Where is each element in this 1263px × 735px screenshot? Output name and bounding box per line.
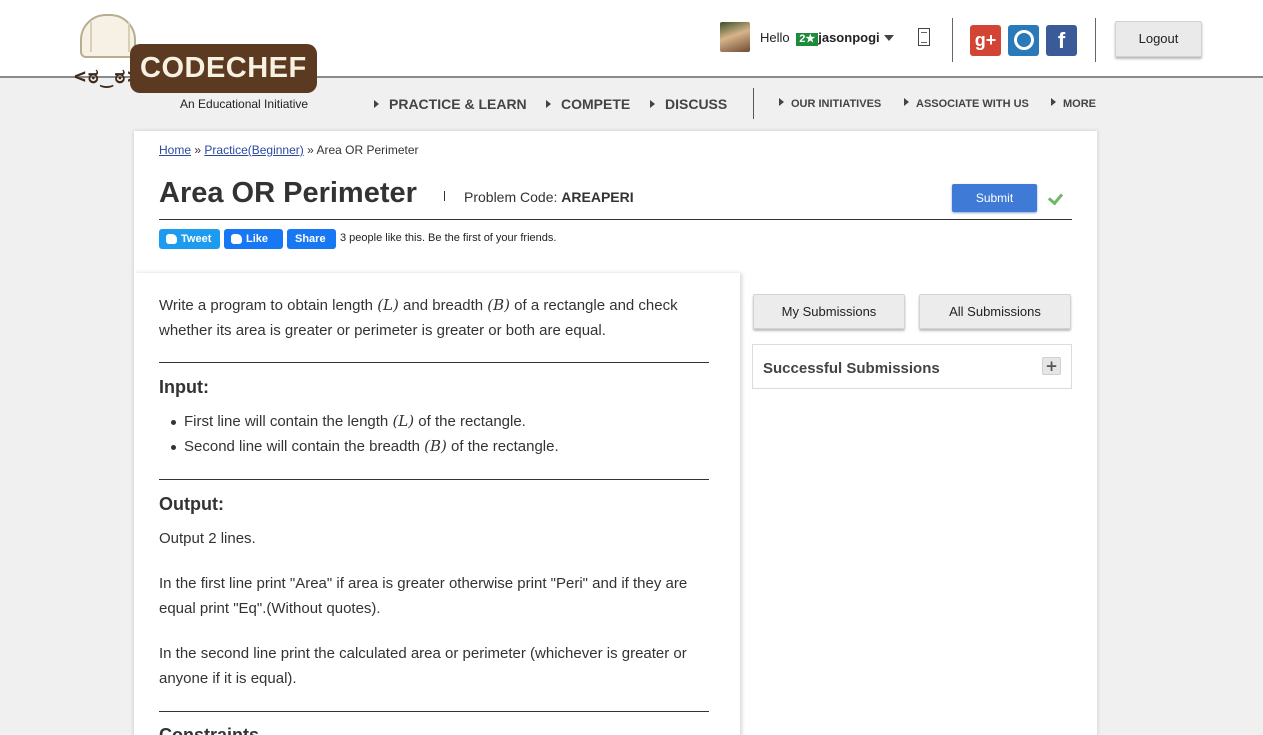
all-submissions-button[interactable]: All Submissions: [919, 294, 1071, 329]
page-title: Area OR Perimeter: [159, 177, 417, 209]
problem-intro: Write a program to obtain length (L) and…: [159, 293, 709, 343]
plus-icon[interactable]: +: [1042, 357, 1061, 375]
tweet-button[interactable]: Tweet: [159, 229, 220, 249]
breadcrumb-separator: »: [307, 143, 314, 157]
output-paragraph: In the first line print "Area" if area i…: [159, 575, 688, 617]
header-divider: [1095, 18, 1096, 62]
nav-label: PRACTICE & LEARN: [389, 96, 527, 112]
breadcrumb-separator: »: [194, 143, 202, 157]
item-text: of the rectangle.: [414, 413, 526, 430]
user-greeting[interactable]: Hello 2★ jasonpogi: [760, 30, 880, 46]
nav-our-initiatives[interactable]: OUR INITIATIVES: [779, 98, 881, 110]
like-label: Like: [246, 233, 269, 245]
item-text: First line will contain the length: [184, 413, 393, 430]
tweet-label: Tweet: [181, 233, 212, 245]
section-divider: [159, 711, 709, 712]
check-icon: [1047, 189, 1064, 206]
title-divider: [444, 191, 445, 201]
google-plus-icon[interactable]: g+: [970, 25, 1001, 56]
codechef-logo[interactable]: <ಠ‿ಠ> CODECHEF An Educational Initiative: [74, 12, 334, 112]
intro-text: Write a program to obtain length: [159, 297, 378, 314]
nav-compete[interactable]: COMPETE: [546, 96, 630, 112]
nav-label: OUR INITIATIVES: [791, 98, 882, 110]
output-paragraph: Output 2 lines.: [159, 530, 256, 547]
triangle-right-icon: [904, 98, 909, 106]
logo-tagline: An Educational Initiative: [180, 97, 309, 111]
item-text: of the rectangle.: [446, 438, 559, 455]
twitter-bird-icon: [166, 234, 177, 244]
title-rule: [159, 219, 1072, 220]
input-heading: Input:: [159, 377, 209, 397]
username: jasonpogi: [818, 30, 880, 45]
problem-code: Problem Code: AREAPERI: [464, 189, 634, 205]
triangle-right-icon: [546, 100, 551, 108]
facebook-icon[interactable]: f: [1046, 25, 1077, 56]
greeting-text: Hello: [760, 30, 790, 45]
avatar[interactable]: [720, 22, 750, 52]
intro-text: and breadth: [398, 297, 488, 314]
triangle-right-icon: [1051, 98, 1056, 106]
facebook-share-button[interactable]: Share: [287, 229, 336, 249]
problem-code-label: Problem Code:: [464, 189, 558, 205]
problem-statement: Write a program to obtain length (L) and…: [134, 273, 740, 735]
nav-label: DISCUSS: [665, 96, 728, 112]
successful-submissions-title: Successful Submissions: [763, 360, 940, 377]
nav-more[interactable]: MORE: [1051, 98, 1096, 110]
breadcrumb: Home » Practice(Beginner) » Area OR Peri…: [159, 143, 419, 157]
my-submissions-button[interactable]: My Submissions: [753, 294, 905, 329]
nav-discuss[interactable]: DISCUSS: [650, 96, 727, 112]
like-count-text: 3 people like this. Be the first of your…: [340, 232, 557, 244]
section-divider: [159, 479, 709, 480]
output-paragraph: In the second line print the calculated …: [159, 645, 687, 687]
nav-label: ASSOCIATE WITH US: [916, 98, 1029, 110]
math-var-B: (B): [487, 296, 510, 314]
input-list: First line will contain the length (L) o…: [171, 409, 559, 459]
nav-divider: [753, 88, 754, 119]
breadcrumb-home-link[interactable]: Home: [159, 143, 191, 157]
submit-button[interactable]: Submit: [952, 184, 1037, 212]
triangle-right-icon: [374, 100, 379, 108]
section-divider: [159, 362, 709, 363]
user-rating-badge: 2★: [796, 33, 819, 46]
logout-button[interactable]: Logout: [1115, 21, 1202, 57]
problem-code-value: AREAPERI: [561, 189, 634, 205]
header-divider: [952, 18, 953, 62]
nav-label: MORE: [1063, 98, 1096, 110]
thumbs-up-icon: [231, 234, 242, 244]
list-item: Second line will contain the breadth (B)…: [171, 434, 559, 459]
constraints-heading: Constraints: [159, 725, 260, 735]
nav-label: COMPETE: [561, 96, 631, 112]
successful-submissions-panel[interactable]: Successful Submissions +: [752, 344, 1072, 389]
list-item: First line will contain the length (L) o…: [171, 409, 559, 434]
chef-hat-icon: [80, 14, 136, 58]
chevron-down-icon[interactable]: [884, 35, 894, 41]
notes-icon[interactable]: [918, 28, 930, 46]
github-icon[interactable]: [1008, 25, 1039, 56]
math-var-L: (L): [392, 412, 415, 430]
github-mark: [1013, 30, 1034, 50]
breadcrumb-practice-link[interactable]: Practice(Beginner): [204, 143, 303, 157]
math-var-B: (B): [424, 437, 447, 455]
logo-brand: CODECHEF: [130, 44, 317, 93]
triangle-right-icon: [650, 100, 655, 108]
facebook-like-button[interactable]: Like: [224, 229, 283, 249]
breadcrumb-current: Area OR Perimeter: [316, 143, 419, 157]
problem-card: Home » Practice(Beginner) » Area OR Peri…: [134, 131, 1097, 735]
output-heading: Output:: [159, 494, 224, 514]
nav-associate-with-us[interactable]: ASSOCIATE WITH US: [904, 98, 1029, 110]
item-text: Second line will contain the breadth: [184, 438, 425, 455]
math-var-L: (L): [377, 296, 399, 314]
nav-practice-learn[interactable]: PRACTICE & LEARN: [374, 96, 527, 112]
triangle-right-icon: [779, 98, 784, 106]
